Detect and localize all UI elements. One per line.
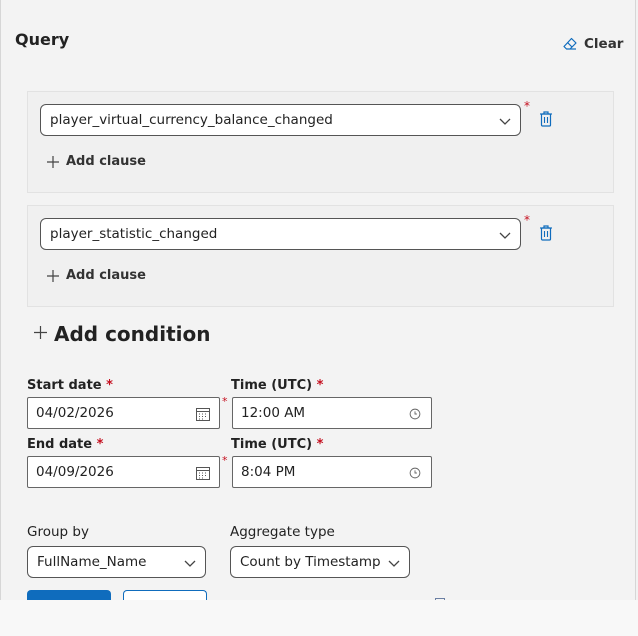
required-marker: *: [222, 395, 228, 408]
start-time-input[interactable]: 12:00 AM: [232, 397, 432, 429]
clause-card: player_statistic_changed * Add clause: [27, 205, 614, 307]
end-time-input[interactable]: 8:04 PM: [232, 456, 432, 488]
delete-icon[interactable]: [539, 224, 553, 242]
start-date-value: 04/02/2026: [36, 405, 114, 421]
group-by-select[interactable]: FullName_Name: [27, 546, 206, 578]
add-clause-label: Add clause: [66, 268, 146, 283]
add-condition-label: Add condition: [54, 322, 211, 346]
add-clause-button[interactable]: Add clause: [46, 268, 146, 283]
event-select[interactable]: player_virtual_currency_balance_changed: [40, 104, 521, 136]
required-marker: *: [524, 99, 530, 113]
chevron-down-icon: [499, 232, 511, 239]
required-marker: *: [316, 378, 324, 393]
end-date-input[interactable]: 04/09/2026: [27, 456, 220, 488]
plus-icon: [47, 155, 59, 168]
calendar-icon[interactable]: [195, 465, 211, 481]
group-by-label: Group by: [27, 524, 89, 540]
end-time-label-text: Time (UTC): [231, 437, 313, 452]
add-clause-button[interactable]: Add clause: [46, 154, 146, 169]
end-date-value: 04/09/2026: [36, 464, 114, 480]
calendar-icon[interactable]: [195, 406, 211, 422]
group-by-value: FullName_Name: [37, 554, 147, 570]
chevron-down-icon: [184, 560, 196, 567]
start-date-input[interactable]: 04/02/2026: [27, 397, 220, 429]
bottom-strip: [0, 600, 638, 636]
clock-icon: [409, 408, 421, 420]
plus-icon: [34, 325, 47, 339]
end-time-label: Time (UTC) *: [231, 437, 323, 452]
delete-icon[interactable]: [539, 110, 553, 128]
aggregate-type-value: Count by Timestamp: [240, 554, 381, 570]
clear-label: Clear: [584, 36, 624, 52]
add-clause-label: Add clause: [66, 154, 146, 169]
required-marker: *: [106, 378, 113, 393]
required-marker: *: [524, 213, 530, 227]
start-time-value: 12:00 AM: [241, 405, 306, 421]
clock-icon: [409, 467, 421, 479]
start-date-label: Start date *: [27, 378, 113, 393]
required-marker: *: [96, 437, 104, 452]
chevron-down-icon: [499, 118, 511, 125]
end-date-label: End date *: [27, 437, 103, 452]
query-panel: Query Clear player_virtual_currency_bala…: [0, 0, 636, 604]
clause-card: player_virtual_currency_balance_changed …: [27, 91, 614, 193]
aggregate-type-select[interactable]: Count by Timestamp: [230, 546, 410, 578]
event-select[interactable]: player_statistic_changed: [40, 218, 521, 250]
aggregate-type-label: Aggregate type: [230, 524, 335, 540]
event-select-value: player_virtual_currency_balance_changed: [50, 112, 333, 128]
event-select-value: player_statistic_changed: [50, 226, 218, 242]
add-condition-button[interactable]: Add condition: [33, 322, 210, 346]
required-marker: *: [316, 437, 324, 452]
start-date-label-text: Start date: [27, 378, 102, 393]
query-title: Query: [15, 30, 70, 49]
end-date-label-text: End date: [27, 437, 93, 452]
chevron-down-icon: [388, 560, 400, 567]
plus-icon: [47, 269, 59, 282]
start-time-label-text: Time (UTC): [231, 378, 313, 393]
required-marker: *: [222, 454, 228, 467]
clear-button[interactable]: Clear: [562, 36, 623, 52]
start-time-label: Time (UTC) *: [231, 378, 323, 393]
eraser-icon: [563, 37, 577, 50]
end-time-value: 8:04 PM: [241, 464, 296, 480]
